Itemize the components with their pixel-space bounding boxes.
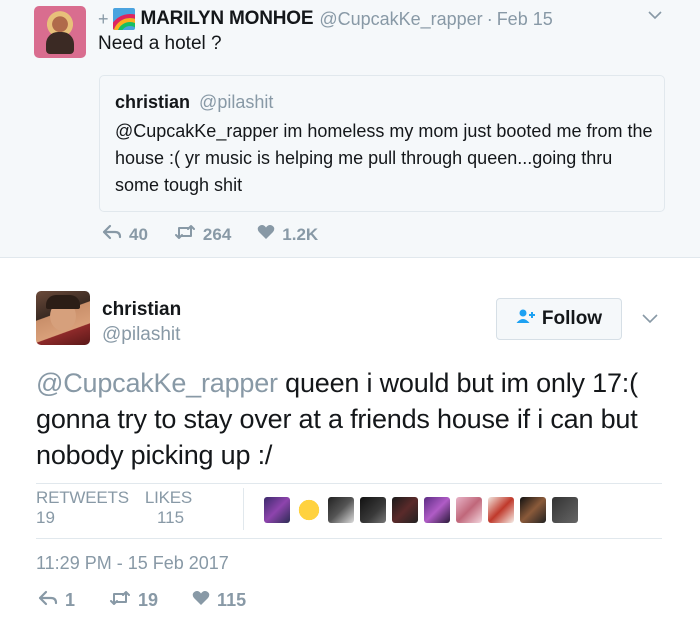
retweet-button[interactable]: 264 [174, 224, 231, 245]
author-avatar[interactable] [34, 6, 86, 58]
tweet-actions: 40 264 1.2K [102, 224, 344, 245]
mention-link[interactable]: @CupcakKe_rapper [36, 368, 278, 398]
follow-label: Follow [541, 308, 603, 329]
parent-tweet[interactable]: + MARILYN MONHOE @CupcakKe_rapper · Feb … [0, 0, 700, 258]
retweet-count: 19 [138, 590, 159, 610]
tweet-text: @CupcakKe_rapper queen i would but im on… [36, 365, 666, 473]
liker-avatar[interactable] [552, 497, 578, 523]
divider [36, 538, 662, 539]
likes-stat[interactable]: LIKES 115 [145, 488, 192, 528]
divider [36, 483, 662, 484]
retweets-label: RETWEETS [36, 488, 129, 507]
plus-glyph: + [98, 8, 109, 29]
tweet-timestamp[interactable]: 11:29 PM - 15 Feb 2017 [36, 553, 229, 574]
author-name[interactable]: MARILYN MONHOE [141, 8, 314, 30]
retweet-icon [174, 224, 203, 245]
stats-separator [243, 488, 244, 530]
liker-avatar[interactable] [360, 497, 386, 523]
liker-avatar[interactable] [424, 497, 450, 523]
tweet-stats: RETWEETS 19 LIKES 115 [36, 488, 208, 528]
retweet-count: 264 [202, 224, 232, 244]
like-button[interactable]: 115 [192, 590, 246, 611]
reply-button[interactable]: 1 [38, 590, 75, 611]
quoted-text: @CupcakKe_rapper im homeless my mom just… [115, 121, 653, 195]
author-name[interactable]: christian [102, 299, 181, 321]
quoted-tweet[interactable]: christian @pilashit @CupcakKe_rapper im … [99, 75, 665, 212]
like-count: 115 [217, 590, 247, 610]
tweet-actions: 1 19 115 [38, 590, 280, 611]
likes-value: 115 [156, 508, 185, 527]
heart-icon [257, 224, 282, 245]
author-handle[interactable]: @CupcakKe_rapper [319, 9, 482, 30]
chevron-down-icon[interactable] [642, 311, 658, 325]
rainbow-emoji-icon [112, 8, 135, 30]
tweet-text: Need a hotel ? [98, 33, 222, 54]
reply-icon [38, 590, 65, 611]
liker-avatar[interactable] [456, 497, 482, 523]
chevron-down-icon[interactable] [648, 8, 662, 22]
like-button[interactable]: 1.2K [257, 224, 318, 245]
dot-separator: · [486, 8, 493, 29]
quoted-author-name: christian [115, 92, 191, 112]
quoted-author-handle: @pilashit [199, 92, 274, 112]
quoted-header: christian @pilashit [115, 92, 273, 113]
liker-avatar[interactable] [296, 497, 322, 523]
follow-button[interactable]: Follow [496, 298, 622, 340]
liker-avatars [264, 497, 584, 523]
tweet-header: + MARILYN MONHOE @CupcakKe_rapper · Feb … [98, 6, 553, 32]
like-count: 1.2K [282, 224, 319, 244]
liker-avatar[interactable] [264, 497, 290, 523]
author-handle[interactable]: @pilashit [102, 324, 180, 346]
retweet-button[interactable]: 19 [109, 590, 158, 611]
likes-label: LIKES [144, 488, 193, 507]
reply-count: 1 [65, 590, 76, 610]
reply-icon [102, 224, 129, 245]
liker-avatar[interactable] [488, 497, 514, 523]
reply-count: 40 [129, 224, 148, 244]
follow-user-icon [516, 308, 542, 330]
liker-avatar[interactable] [520, 497, 546, 523]
retweet-icon [109, 590, 138, 611]
retweets-stat[interactable]: RETWEETS 19 [36, 488, 129, 528]
tweet-date[interactable]: Feb 15 [497, 9, 553, 30]
liker-avatar[interactable] [328, 497, 354, 523]
retweets-value: 19 [36, 508, 55, 527]
liker-avatar[interactable] [392, 497, 418, 523]
heart-icon [192, 590, 217, 611]
author-avatar[interactable] [36, 291, 90, 345]
reply-button[interactable]: 40 [102, 224, 148, 245]
